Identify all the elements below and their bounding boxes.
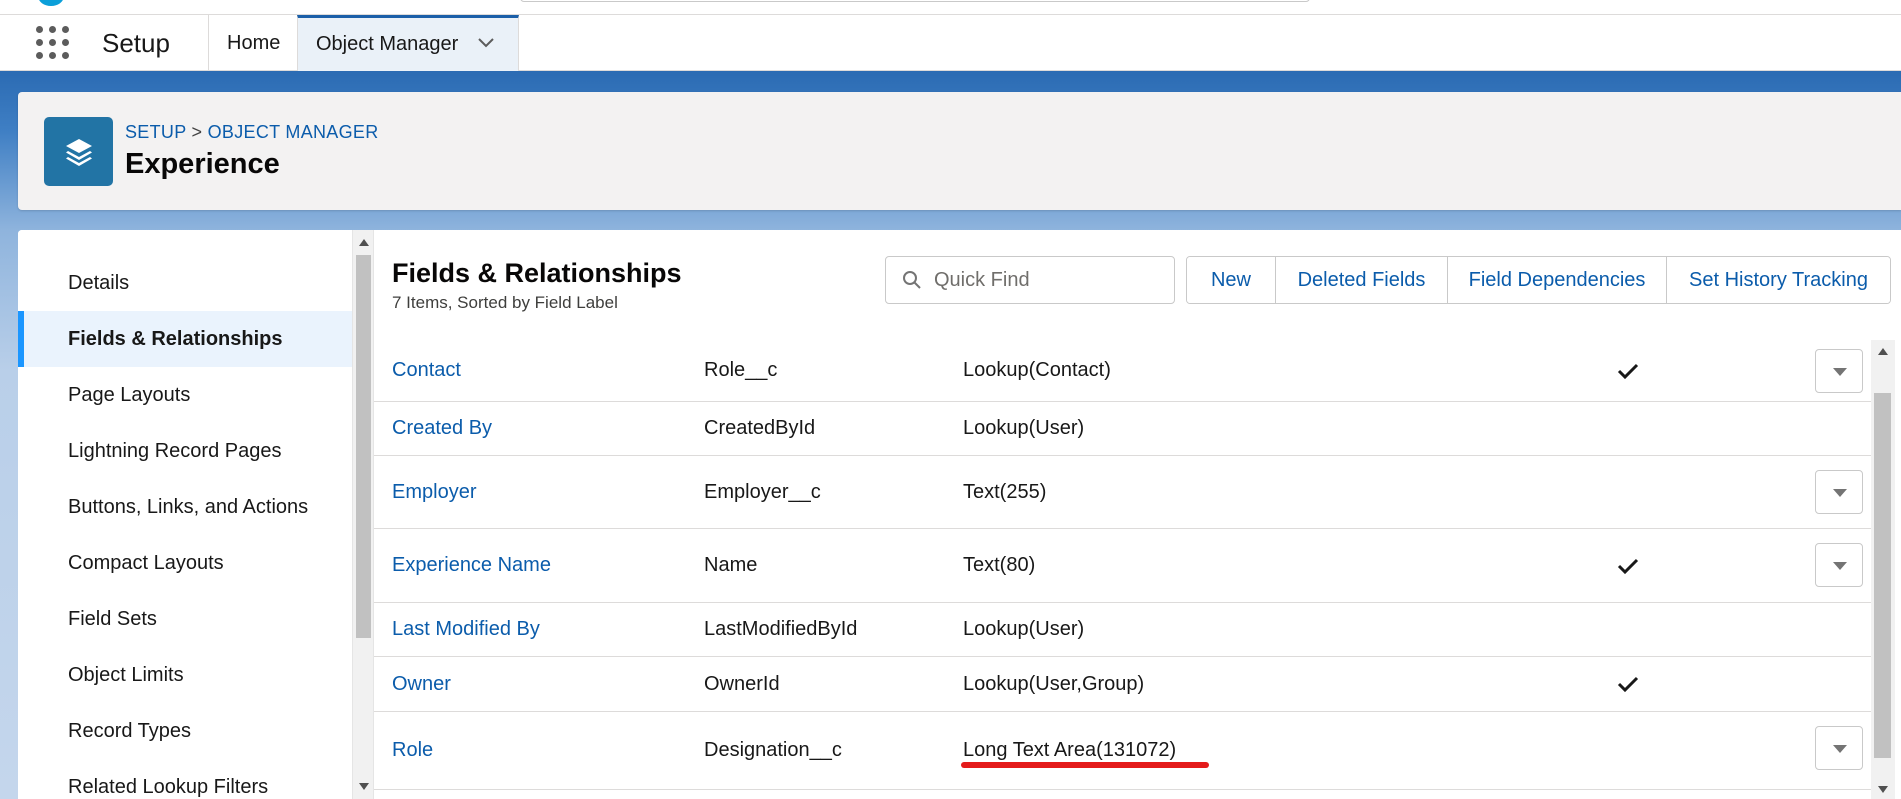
new-button[interactable]: New: [1187, 257, 1276, 303]
sidebar-item-compact-layouts[interactable]: Compact Layouts: [18, 535, 352, 591]
action-button-group: New Deleted Fields Field Dependencies Se…: [1186, 256, 1891, 304]
sidebar-item-buttons-links-actions[interactable]: Buttons, Links, and Actions: [18, 479, 352, 535]
sidebar-item-lightning-record-pages[interactable]: Lightning Record Pages: [18, 423, 352, 479]
global-search-bar[interactable]: [520, 0, 1310, 2]
sidebar-scrollbar[interactable]: [352, 230, 374, 799]
check-icon: [1617, 363, 1639, 379]
set-history-tracking-button[interactable]: Set History Tracking: [1667, 257, 1890, 303]
page-title: Experience: [125, 148, 280, 180]
indexed-cell: [1617, 340, 1639, 401]
indexed-cell: [1617, 657, 1639, 711]
field-label-link[interactable]: Experience Name: [392, 529, 551, 602]
sidebar-item-details[interactable]: Details: [18, 255, 352, 311]
breadcrumb: SETUP > OBJECT MANAGER: [125, 122, 379, 143]
field-api-name: Employer__c: [704, 480, 821, 503]
field-api-name: Name: [704, 554, 758, 576]
table-row: Created By CreatedById Lookup(User): [374, 402, 1871, 456]
scroll-up-arrow-icon[interactable]: [1878, 348, 1888, 355]
field-api-name: Role__c: [704, 359, 778, 381]
table-scrollbar[interactable]: [1871, 340, 1895, 799]
quick-find-field[interactable]: [885, 256, 1175, 304]
deleted-fields-button[interactable]: Deleted Fields: [1276, 257, 1448, 303]
check-icon: [1617, 558, 1639, 574]
fields-relationships-panel: Fields & Relationships 7 Items, Sorted b…: [374, 230, 1901, 799]
section-subtitle: 7 Items, Sorted by Field Label: [392, 293, 618, 312]
sidebar-item-object-limits[interactable]: Object Limits: [18, 647, 352, 703]
check-icon: [1617, 676, 1639, 693]
row-actions-chevron-down-icon[interactable]: [1815, 470, 1863, 514]
field-label-link[interactable]: Created By: [392, 402, 492, 455]
row-actions-chevron-down-icon[interactable]: [1815, 726, 1863, 770]
object-sidebar: Details Fields & Relationships Page Layo…: [18, 230, 352, 799]
field-api-name: Designation__c: [704, 739, 842, 761]
sidebar-item-record-types[interactable]: Record Types: [18, 703, 352, 759]
breadcrumb-setup-link[interactable]: SETUP: [125, 122, 186, 142]
row-actions-chevron-down-icon[interactable]: [1815, 543, 1863, 587]
sidebar-scroll-thumb[interactable]: [356, 255, 371, 638]
scroll-up-arrow-icon[interactable]: [359, 239, 369, 246]
field-data-type: Text(255): [963, 480, 1047, 503]
row-actions-chevron-down-icon[interactable]: [1815, 349, 1863, 393]
field-data-type: Text(80): [963, 554, 1036, 576]
scroll-down-arrow-icon[interactable]: [1878, 786, 1888, 793]
app-navigation-bar: Setup Home Object Manager: [0, 15, 1901, 71]
browser-top-strip: [0, 0, 1901, 15]
scroll-down-arrow-icon[interactable]: [359, 783, 369, 790]
object-header: SETUP > OBJECT MANAGER Experience: [18, 92, 1901, 210]
sidebar-item-page-layouts[interactable]: Page Layouts: [18, 367, 352, 423]
fields-table: Contact Role__c Lookup(Contact) Created …: [374, 340, 1871, 799]
chevron-down-icon[interactable]: [476, 32, 496, 52]
field-data-type: Lookup(User): [963, 618, 1085, 640]
tab-object-manager-label: Object Manager: [316, 33, 459, 55]
search-icon: [903, 271, 921, 289]
breadcrumb-separator: >: [191, 122, 203, 142]
sidebar-item-fields-relationships[interactable]: Fields & Relationships: [18, 311, 352, 367]
field-label-link[interactable]: Contact: [392, 340, 461, 401]
table-row: Role Designation__c Long Text Area(13107…: [374, 712, 1871, 790]
field-data-type: Lookup(Contact): [963, 359, 1111, 381]
field-label-link[interactable]: Last Modified By: [392, 603, 540, 656]
table-scroll-thumb[interactable]: [1874, 393, 1891, 758]
red-underline-annotation: [961, 762, 1209, 768]
table-row: Last Modified By LastModifiedById Lookup…: [374, 603, 1871, 657]
field-data-type: Lookup(User): [963, 417, 1085, 439]
layers-icon: [44, 117, 113, 186]
breadcrumb-object-manager-link[interactable]: OBJECT MANAGER: [208, 122, 379, 142]
section-title: Fields & Relationships: [392, 258, 682, 288]
field-api-name: CreatedById: [704, 417, 816, 439]
indexed-cell: [1617, 529, 1639, 602]
app-name: Setup: [102, 28, 170, 58]
content-card: Details Fields & Relationships Page Layo…: [18, 230, 1901, 799]
field-data-type: Long Text Area(131072): [963, 739, 1177, 761]
tab-home[interactable]: Home: [208, 15, 298, 71]
quick-find-input[interactable]: [934, 265, 1164, 295]
field-label-link[interactable]: Owner: [392, 657, 451, 711]
sidebar-item-field-sets[interactable]: Field Sets: [18, 591, 352, 647]
tab-object-manager[interactable]: Object Manager: [297, 15, 519, 71]
field-api-name: OwnerId: [704, 672, 780, 695]
field-data-type: Lookup(User,Group): [963, 672, 1145, 695]
app-launcher-waffle-icon[interactable]: [36, 26, 69, 59]
table-row: Employer Employer__c Text(255): [374, 456, 1871, 529]
field-api-name: LastModifiedById: [704, 618, 858, 640]
field-label-link[interactable]: Employer: [392, 456, 476, 528]
table-row: Experience Name Name Text(80): [374, 529, 1871, 603]
field-dependencies-button[interactable]: Field Dependencies: [1448, 257, 1667, 303]
field-label-link[interactable]: Role: [392, 712, 433, 789]
table-row: Owner OwnerId Lookup(User,Group): [374, 657, 1871, 712]
sidebar-item-related-lookup-filters[interactable]: Related Lookup Filters: [18, 759, 352, 799]
salesforce-logo-icon[interactable]: [38, 0, 64, 6]
table-row: Contact Role__c Lookup(Contact): [374, 340, 1871, 402]
